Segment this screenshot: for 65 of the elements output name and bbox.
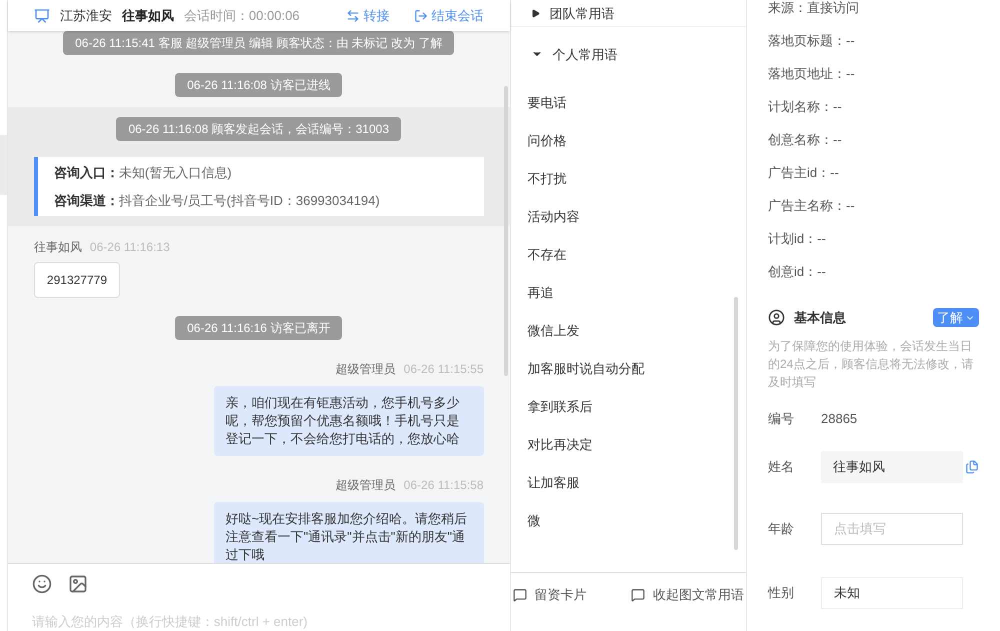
phrase-item[interactable]: 对比再决定 (510, 426, 746, 464)
source-field: 落地页标题：-- (768, 24, 979, 57)
phrase-item[interactable]: 再追 (510, 274, 746, 312)
image-icon[interactable] (68, 574, 88, 594)
field-label: 姓名 (768, 458, 795, 476)
phrase-item[interactable]: 不打扰 (510, 160, 746, 198)
field-label: 年龄 (768, 520, 795, 538)
source-field: 创意名称：-- (768, 123, 979, 156)
monitor-icon (34, 8, 50, 24)
name-field[interactable]: 往事如风 (821, 450, 963, 482)
copy-icon[interactable] (965, 460, 979, 474)
phrase-item[interactable]: 加客服时说自动分配 (510, 350, 746, 388)
phrase-action-button[interactable]: 收起图文常用语 (631, 585, 744, 604)
message-time: 06-26 11:15:58 (404, 477, 484, 494)
phrase-item[interactable]: 不存在 (510, 236, 746, 274)
emoji-icon[interactable] (32, 574, 52, 594)
system-message: 06-26 11:16:08 顾客发起会话，会话编号：31003 (116, 117, 401, 142)
phrase-group-toggle[interactable]: 个人常用语 (510, 44, 618, 64)
caret-right-icon (530, 9, 540, 18)
phrase-item[interactable]: 活动内容 (510, 198, 746, 236)
swap-arrows-icon (346, 8, 360, 23)
phrase-item[interactable]: 微 (510, 502, 746, 540)
phrase-group-toggle[interactable]: 团队常用语 (510, 4, 615, 24)
phrase-item[interactable]: 拿到联系后 (510, 388, 746, 426)
sender-name: 超级管理员 (336, 477, 396, 494)
info-label: 咨询渠道： (54, 192, 119, 210)
section-title: 基本信息 (794, 309, 846, 327)
source-field: 计划名称：-- (768, 90, 979, 123)
info-label: 咨询入口： (54, 164, 119, 182)
message-time: 06-26 11:15:55 (404, 361, 484, 378)
field-value: 28865 (821, 410, 858, 428)
gender-select[interactable]: 未知 (821, 576, 963, 608)
message-bubble: 好哒~现在安排客服加您介绍哈。请您稍后注意查看一下"通讯录"并点击"新的朋友"通过下哦 (214, 502, 484, 562)
message-icon (512, 588, 527, 602)
source-field: 来源：直接访问 (768, 0, 979, 24)
sender-name: 超级管理员 (336, 361, 396, 378)
source-field: 计划id：-- (768, 222, 979, 255)
notice-text: 为了保障您的使用体验，会话发生当日的24点之后，顾客信息将无法修改，请及时填写 (768, 338, 974, 390)
message-bubble: 291327779 (34, 262, 120, 298)
phrase-action-button[interactable]: 留资卡片 (512, 585, 587, 604)
phrase-item[interactable]: 要电话 (510, 84, 746, 122)
field-label: 编号 (768, 410, 795, 428)
user-icon (768, 309, 785, 326)
source-field: 广告主名称：-- (768, 189, 979, 222)
system-message: 06-26 11:15:41 客服 超级管理员 编辑 顾客状态：由 未标记 改为 了解 (63, 31, 454, 56)
message-icon (631, 588, 645, 602)
phrase-item[interactable]: 问价格 (510, 122, 746, 160)
message-time: 06-26 11:16:13 (90, 239, 170, 256)
source-field: 创意id：-- (768, 255, 979, 288)
phrase-item[interactable]: 让加客服 (510, 464, 746, 502)
sender-name: 往事如风 (34, 239, 82, 256)
message-bubble: 亲，咱们现在有钜惠活动，您手机号多少呢，帮您预留个优惠名额哦！手机号只是登记一下，不会给您打电话的，您放心哈 (214, 386, 484, 456)
visitor-location: 江苏淮安 (60, 6, 112, 25)
field-label: 性别 (768, 584, 795, 602)
phrase-item[interactable]: 微信上发 (510, 312, 746, 350)
system-message: 06-26 11:16:16 访客已离开 (175, 316, 342, 340)
exit-icon (414, 8, 428, 23)
system-message: 06-26 11:16:08 访客已进线 (175, 73, 342, 98)
info-value: 未知(暂无入口信息) (118, 164, 232, 182)
session-time: 会话时间：00:00:06 (184, 6, 300, 25)
info-value: 抖音企业号/员工号(抖音号ID：36993034194) (118, 192, 380, 210)
visitor-name: 往事如风 (122, 6, 174, 25)
source-field: 广告主id：-- (768, 156, 979, 189)
age-field[interactable]: 点击填写 (821, 512, 963, 544)
source-field: 落地页地址：-- (768, 57, 979, 90)
